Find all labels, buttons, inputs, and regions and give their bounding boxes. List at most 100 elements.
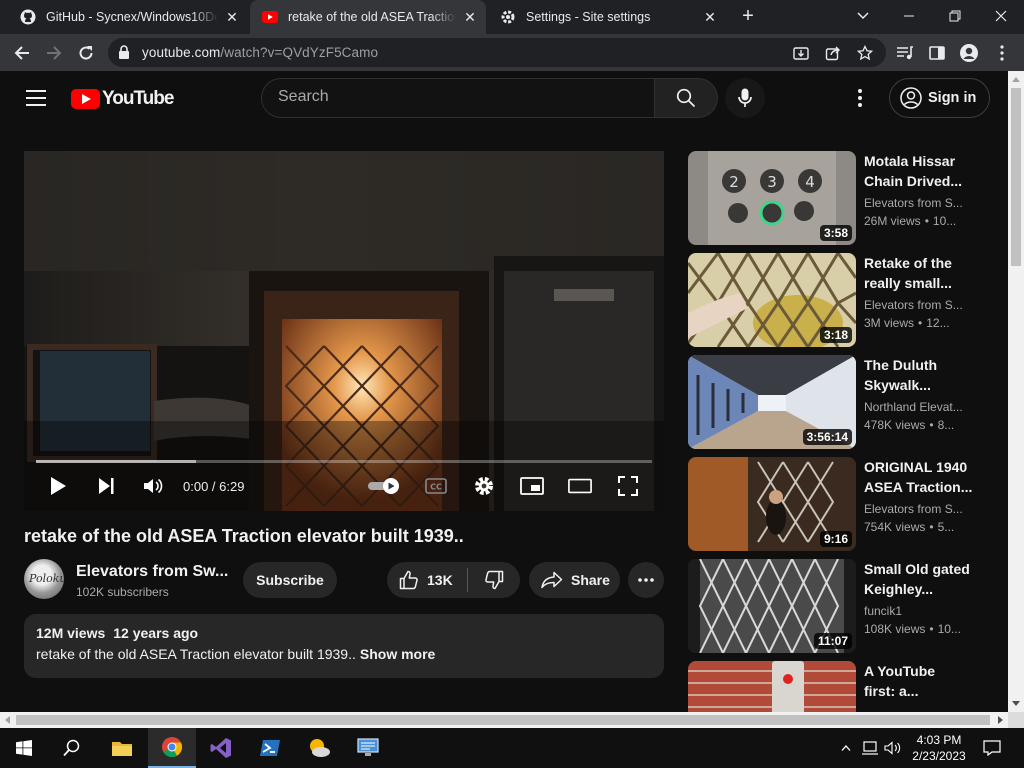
recommended-video[interactable]: 3:18 Retake of the really small... Elevat… bbox=[688, 253, 988, 347]
subscribe-button[interactable]: Subscribe bbox=[243, 562, 337, 598]
description-box[interactable]: 12M views 12 years ago retake of the old … bbox=[24, 614, 664, 678]
weather-icon[interactable] bbox=[295, 728, 343, 768]
video-player[interactable]: 0:00 / 6:29 CC bbox=[24, 151, 664, 511]
video-thumbnail[interactable]: 9:16 bbox=[688, 457, 856, 551]
youtube-page: YouTube Sign in bbox=[0, 71, 1008, 712]
network-icon[interactable] bbox=[860, 728, 880, 768]
install-app-icon[interactable] bbox=[792, 44, 810, 62]
recommended-video[interactable]: 3:56:14 The Duluth Skywalk... Northland E… bbox=[688, 355, 988, 449]
video-thumbnail[interactable]: 2 3 4 3:58 bbox=[688, 151, 856, 245]
dislike-button[interactable] bbox=[468, 562, 520, 598]
vertical-scrollbar[interactable] bbox=[1008, 71, 1024, 712]
share-button[interactable]: Share bbox=[529, 562, 620, 598]
recommended-video[interactable]: 11:07 Small Old gated Keighley... funcik1… bbox=[688, 559, 988, 653]
speaker-icon[interactable] bbox=[883, 728, 903, 768]
recommended-title[interactable]: Small Old gated Keighley... bbox=[864, 559, 976, 599]
voice-search-button[interactable] bbox=[725, 78, 765, 118]
search-button[interactable] bbox=[654, 78, 718, 118]
search-input[interactable] bbox=[278, 88, 638, 106]
fullscreen-icon[interactable] bbox=[616, 474, 640, 498]
chrome-taskbar-icon[interactable] bbox=[148, 728, 196, 768]
autoplay-toggle[interactable] bbox=[367, 474, 403, 498]
forward-arrow-icon[interactable] bbox=[41, 40, 67, 66]
bookmark-star-icon[interactable] bbox=[856, 44, 874, 62]
scroll-right-arrow-icon[interactable] bbox=[998, 716, 1003, 724]
new-tab-button[interactable]: + bbox=[738, 6, 758, 27]
side-panel-icon[interactable] bbox=[927, 43, 947, 63]
powershell-icon[interactable] bbox=[246, 728, 294, 768]
channel-avatar[interactable]: Polokus bbox=[24, 559, 64, 599]
minimize-button[interactable] bbox=[886, 0, 932, 32]
lock-icon[interactable] bbox=[118, 45, 130, 64]
miniplayer-icon[interactable] bbox=[520, 474, 544, 498]
notification-center-icon[interactable] bbox=[980, 728, 1004, 768]
share-page-icon[interactable] bbox=[824, 44, 842, 62]
theater-mode-icon[interactable] bbox=[568, 474, 592, 498]
browser-menu-icon[interactable] bbox=[992, 43, 1012, 63]
video-thumbnail[interactable]: 3:18 bbox=[688, 253, 856, 347]
recommended-channel[interactable]: Elevators from S... bbox=[864, 502, 964, 516]
clock-time: 4:03 PM bbox=[916, 733, 962, 747]
sign-in-button[interactable]: Sign in bbox=[889, 78, 990, 118]
recommended-title[interactable]: A YouTube first: a... bbox=[864, 661, 976, 701]
vertical-scroll-thumb[interactable] bbox=[1011, 88, 1021, 266]
close-window-button[interactable] bbox=[978, 0, 1024, 32]
file-explorer-icon[interactable] bbox=[98, 728, 146, 768]
tab-youtube[interactable]: retake of the old ASEA Traction elevator… bbox=[250, 0, 486, 34]
next-video-icon[interactable] bbox=[94, 474, 118, 498]
volume-icon[interactable] bbox=[141, 474, 165, 498]
windows-taskbar: 4:03 PM 2/23/2023 bbox=[0, 728, 1024, 768]
channel-name[interactable]: Elevators from Sw... bbox=[76, 563, 228, 581]
tab-settings[interactable]: Settings - Site settings ✕ bbox=[488, 0, 726, 34]
progress-bar[interactable] bbox=[36, 460, 652, 463]
settings-gear-icon[interactable] bbox=[472, 474, 496, 498]
guide-menu-icon[interactable] bbox=[26, 90, 46, 106]
taskbar-clock[interactable]: 4:03 PM 2/23/2023 bbox=[905, 732, 973, 764]
remote-desktop-icon[interactable] bbox=[344, 728, 392, 768]
youtube-logo[interactable]: YouTube bbox=[71, 88, 174, 110]
settings-more-icon[interactable] bbox=[850, 88, 870, 108]
show-more-link[interactable]: Show more bbox=[360, 646, 435, 662]
scroll-up-arrow-icon[interactable] bbox=[1012, 77, 1020, 82]
visual-studio-icon[interactable] bbox=[197, 728, 245, 768]
scroll-down-arrow-icon[interactable] bbox=[1012, 701, 1020, 706]
horizontal-scroll-thumb[interactable] bbox=[16, 715, 990, 725]
close-tab-icon[interactable]: ✕ bbox=[702, 9, 718, 25]
start-windows-icon[interactable] bbox=[0, 728, 48, 768]
like-button[interactable]: 13K bbox=[387, 562, 467, 598]
video-thumbnail[interactable] bbox=[688, 661, 856, 712]
close-tab-icon[interactable]: ✕ bbox=[224, 9, 240, 25]
recommended-channel[interactable]: Northland Elevat... bbox=[864, 400, 964, 414]
recommended-channel[interactable]: Elevators from S... bbox=[864, 298, 964, 312]
recommended-title[interactable]: Retake of the really small... bbox=[864, 253, 976, 293]
time-display: 0:00 / 6:29 bbox=[183, 479, 245, 494]
taskbar-search-icon[interactable] bbox=[48, 728, 96, 768]
address-bar[interactable]: youtube.com/watch?v=QVdYzF5Camo bbox=[108, 38, 886, 67]
subtitles-icon[interactable]: CC bbox=[424, 474, 448, 498]
recommended-video[interactable]: A YouTube first: a... bbox=[688, 661, 988, 712]
recommended-title[interactable]: ORIGINAL 1940 ASEA Traction... bbox=[864, 457, 976, 497]
reload-icon[interactable] bbox=[73, 40, 99, 66]
scroll-left-arrow-icon[interactable] bbox=[5, 716, 10, 724]
recommended-video[interactable]: 2 3 4 3:58 Motala Hissar Chain Drived... … bbox=[688, 151, 988, 245]
upload-age: 12 years ago bbox=[113, 625, 199, 641]
tab-github[interactable]: GitHub - Sycnex/Windows10Debloater ✕ bbox=[8, 0, 248, 34]
recommended-title[interactable]: Motala Hissar Chain Drived... bbox=[864, 151, 976, 191]
video-thumbnail[interactable]: 11:07 bbox=[688, 559, 856, 653]
tab-search-icon[interactable] bbox=[840, 0, 886, 32]
play-icon[interactable] bbox=[46, 474, 70, 498]
show-hidden-icons-chevron-icon[interactable] bbox=[838, 728, 854, 768]
recommended-title[interactable]: The Duluth Skywalk... bbox=[864, 355, 976, 395]
horizontal-scrollbar[interactable] bbox=[0, 712, 1008, 728]
profile-icon[interactable] bbox=[959, 43, 979, 63]
recommended-video[interactable]: 9:16 ORIGINAL 1940 ASEA Traction... Eleva… bbox=[688, 457, 988, 551]
view-stats: 12M views 12 years ago bbox=[36, 625, 652, 641]
restore-button[interactable] bbox=[932, 0, 978, 32]
more-actions-button[interactable] bbox=[628, 562, 664, 598]
video-thumbnail[interactable]: 3:56:14 bbox=[688, 355, 856, 449]
recommended-channel[interactable]: funcik1 bbox=[864, 604, 964, 618]
recommended-channel[interactable]: Elevators from S... bbox=[864, 196, 964, 210]
back-arrow-icon[interactable] bbox=[9, 40, 35, 66]
close-tab-icon[interactable]: ✕ bbox=[462, 9, 478, 25]
media-controls-icon[interactable] bbox=[895, 43, 915, 63]
